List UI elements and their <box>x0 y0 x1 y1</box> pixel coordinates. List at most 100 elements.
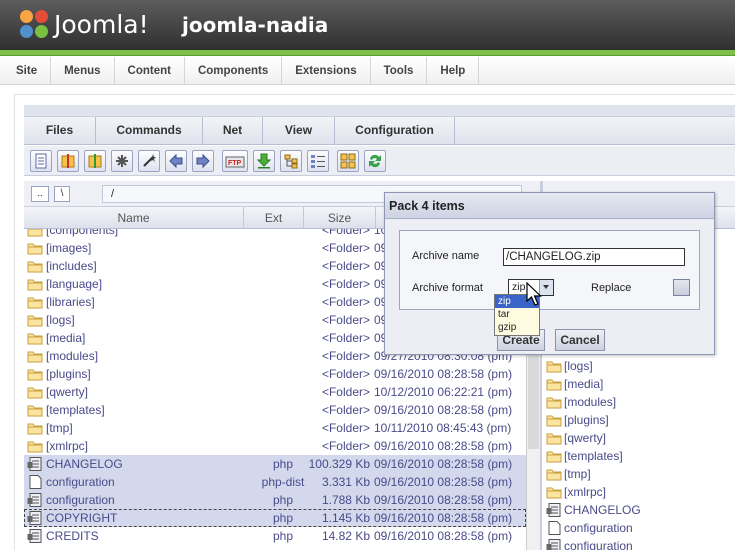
tab-net[interactable]: Net <box>203 117 263 144</box>
folder-icon <box>546 467 562 481</box>
document-icon <box>546 521 562 535</box>
list-item[interactable]: [modules] <box>542 393 735 411</box>
php-file-icon <box>27 493 43 507</box>
table-row[interactable]: CREDITS php 14.82 Kb 09/16/2010 08:28:58 (p… <box>24 527 526 545</box>
php-file-icon <box>27 457 43 471</box>
table-row[interactable]: configuration php-dist 3.331 Kb 09/16/2010 … <box>24 473 526 491</box>
file-size: <Folder> <box>321 313 370 327</box>
file-name: configuration <box>46 475 115 489</box>
icons-view-button[interactable] <box>337 150 359 172</box>
paste-button[interactable] <box>84 150 106 172</box>
file-name: [images] <box>46 241 92 255</box>
column-name[interactable]: Name <box>24 207 244 229</box>
root-button[interactable]: \ <box>54 186 70 202</box>
cancel-button[interactable]: Cancel <box>555 329 605 351</box>
php-file-icon <box>27 529 43 543</box>
tree-view-button[interactable] <box>280 150 302 172</box>
table-row[interactable]: [qwerty] <Folder> 10/12/2010 06:22:21 (pm) <box>24 383 526 401</box>
list-item[interactable]: [media] <box>542 375 735 393</box>
file-name: [language] <box>46 277 103 291</box>
menu-extensions[interactable]: Extensions <box>282 57 371 84</box>
file-name: [libraries] <box>46 295 95 309</box>
table-row[interactable]: [xmlrpc] <Folder> 09/16/2010 08:28:58 (pm) <box>24 437 526 455</box>
file-size: <Folder> <box>321 277 370 291</box>
site-name[interactable]: joomla-nadia <box>182 13 328 37</box>
list-view-button[interactable] <box>307 150 329 172</box>
list-item[interactable]: [xmlrpc] <box>542 483 735 501</box>
folder-icon <box>27 313 43 327</box>
back-button[interactable] <box>165 150 187 172</box>
ftp-button[interactable]: FTP <box>222 150 248 172</box>
cut-button[interactable] <box>57 150 79 172</box>
joomla-logo-icon <box>18 8 50 40</box>
file-name: [xmlrpc] <box>46 439 88 453</box>
menu-help[interactable]: Help <box>427 57 480 84</box>
tab-files[interactable]: Files <box>24 117 96 144</box>
right-file-list: [logs] [media] [modules] [plugins] [qwerty] [… <box>542 356 735 550</box>
file-name: [logs] <box>564 359 593 373</box>
new-folder-button[interactable] <box>111 150 133 172</box>
file-manager-top <box>24 105 735 117</box>
download-button[interactable] <box>253 150 275 172</box>
list-item[interactable]: CHANGELOG <box>542 501 735 519</box>
list-item[interactable]: [plugins] <box>542 411 735 429</box>
folder-icon <box>546 431 562 445</box>
file-name: [qwerty] <box>564 431 607 445</box>
file-name: [media] <box>46 331 86 345</box>
folder-icon <box>27 295 43 309</box>
column-ext[interactable]: Ext <box>244 207 304 229</box>
replace-checkbox[interactable] <box>673 279 690 296</box>
file-name: CHANGELOG <box>46 457 123 471</box>
tab-commands[interactable]: Commands <box>96 117 203 144</box>
file-size: <Folder> <box>321 229 370 237</box>
table-row[interactable]: configuration php 1.788 Kb 09/16/2010 08:28… <box>24 491 526 509</box>
grid-icon <box>340 153 356 169</box>
refresh-button[interactable] <box>364 150 386 172</box>
dialog-title[interactable]: Pack 4 items <box>385 193 714 219</box>
menu-tools[interactable]: Tools <box>371 57 428 84</box>
folder-icon <box>27 349 43 363</box>
tab-view[interactable]: View <box>263 117 335 144</box>
admin-menu: Site Menus Content Components Extensions… <box>0 57 735 85</box>
select-button[interactable] <box>138 150 160 172</box>
format-option-gzip[interactable]: gzip <box>495 321 539 334</box>
up-level-button[interactable]: .. <box>31 186 49 202</box>
table-row[interactable]: [templates] <Folder> 09/16/2010 08:28:58 (… <box>24 401 526 419</box>
column-size[interactable]: Size <box>304 207 376 229</box>
file-manager-tabs: Files Commands Net View Configuration <box>24 117 735 145</box>
back-arrow-icon <box>169 153 183 169</box>
menu-site[interactable]: Site <box>0 57 52 84</box>
list-item[interactable]: [logs] <box>542 357 735 375</box>
file-name: [tmp] <box>46 421 73 435</box>
forward-button[interactable] <box>192 150 214 172</box>
new-file-button[interactable] <box>30 150 52 172</box>
joomla-logo[interactable]: Joomla! <box>18 8 149 40</box>
file-name: [includes] <box>46 259 97 273</box>
menu-components[interactable]: Components <box>185 57 283 84</box>
format-option-tar[interactable]: tar <box>495 308 539 321</box>
table-row[interactable]: [tmp] <Folder> 10/11/2010 08:45:43 (pm) <box>24 419 526 437</box>
file-date: 10/11/2010 08:45:43 (pm) <box>374 421 512 435</box>
file-name: [xmlrpc] <box>564 485 606 499</box>
file-name: COPYRIGHT <box>46 511 118 525</box>
menu-content[interactable]: Content <box>115 57 185 84</box>
tree-icon <box>284 154 298 169</box>
archive-name-label: Archive name <box>412 250 480 262</box>
menu-menus[interactable]: Menus <box>51 57 115 84</box>
list-item[interactable]: [tmp] <box>542 465 735 483</box>
list-item[interactable]: configuration <box>542 519 735 537</box>
file-size: 1.788 Kb <box>321 493 370 507</box>
list-item[interactable]: configuration <box>542 537 735 550</box>
archive-format-label: Archive format <box>412 282 483 294</box>
table-row[interactable]: COPYRIGHT php 1.145 Kb 09/16/2010 08:28:58 … <box>24 509 526 527</box>
tab-configuration[interactable]: Configuration <box>335 117 455 144</box>
folder-icon <box>546 377 562 391</box>
list-item[interactable]: [templates] <box>542 447 735 465</box>
archive-name-input[interactable]: /CHANGELOG.zip <box>503 248 685 266</box>
file-name: [plugins] <box>564 413 609 427</box>
download-icon <box>256 153 272 169</box>
table-row[interactable]: [plugins] <Folder> 09/16/2010 08:28:58 (pm… <box>24 365 526 383</box>
list-item[interactable]: [qwerty] <box>542 429 735 447</box>
file-date: 09/16/2010 08:28:58 (pm) <box>374 367 513 381</box>
table-row[interactable]: CHANGELOG php 100.329 Kb 09/16/2010 08:28:5… <box>24 455 526 473</box>
